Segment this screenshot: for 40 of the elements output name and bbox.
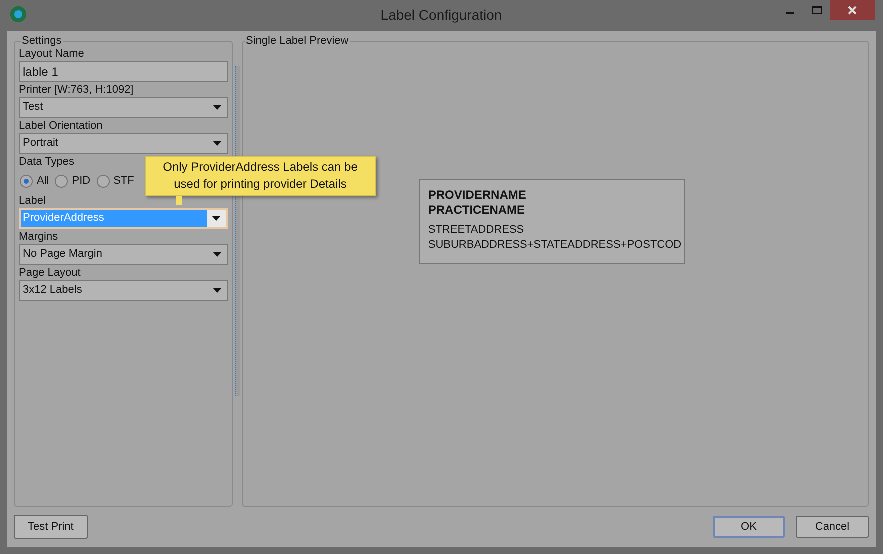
field-label: Page Layout <box>19 266 81 280</box>
radio-button[interactable]: STF <box>96 172 134 190</box>
dropdown-value: No Page Margin <box>23 247 104 262</box>
dropdown-value: Portrait <box>23 136 60 151</box>
test-print-button[interactable]: Test Print <box>14 515 88 539</box>
dropdown-arrow-icon <box>212 216 221 221</box>
field-label: Printer [W:763, H:1092] <box>19 83 134 97</box>
radio-button[interactable]: All <box>20 172 50 190</box>
label-line: PROVIDERNAME <box>428 188 526 203</box>
field-label: Layout Name <box>19 47 84 61</box>
app-logo-icon <box>10 6 27 23</box>
dropdown-arrow-icon <box>213 105 222 110</box>
close-icon <box>848 6 857 14</box>
dropdown-value: 3x12 Labels <box>23 283 84 298</box>
radio-button[interactable]: PID <box>55 172 91 190</box>
close-button[interactable] <box>830 0 875 20</box>
dropdown-arrow-icon <box>213 141 222 146</box>
dropdown-value: ProviderAddress <box>21 210 207 227</box>
dropdown[interactable]: Portrait <box>19 133 228 154</box>
ok-button[interactable]: OK <box>713 516 785 538</box>
dropdown[interactable]: No Page Margin <box>19 244 228 265</box>
dropdown-arrow-icon <box>213 252 222 257</box>
label-line: SUBURBADDRESS+STATEADDRESS+POSTCOD <box>428 238 682 253</box>
dropdown[interactable]: 3x12 Labels <box>19 280 228 301</box>
window-title: Label Configuration <box>380 6 502 25</box>
label-line: PRACTICENAME <box>428 203 526 218</box>
field-label: Label Orientation <box>19 119 103 133</box>
dropdown[interactable]: Test <box>19 97 228 118</box>
dropdown-arrow-icon <box>213 288 222 293</box>
cancel-button[interactable]: Cancel <box>796 516 869 538</box>
tooltip-pointer <box>176 196 182 205</box>
field-label: Data Types <box>19 155 74 169</box>
panel-title: Single Label Preview <box>245 35 350 47</box>
tooltip: Only ProviderAddress Labels can be used for printing provider Details <box>145 156 376 196</box>
panel-title: Settings <box>21 35 63 47</box>
text-field[interactable]: lable 1 <box>19 61 228 82</box>
label-line: STREETADDRESS <box>428 223 524 238</box>
field-label: Margins <box>19 230 58 244</box>
dropdown-value: Test <box>23 100 44 115</box>
field-label: Label <box>19 194 46 208</box>
